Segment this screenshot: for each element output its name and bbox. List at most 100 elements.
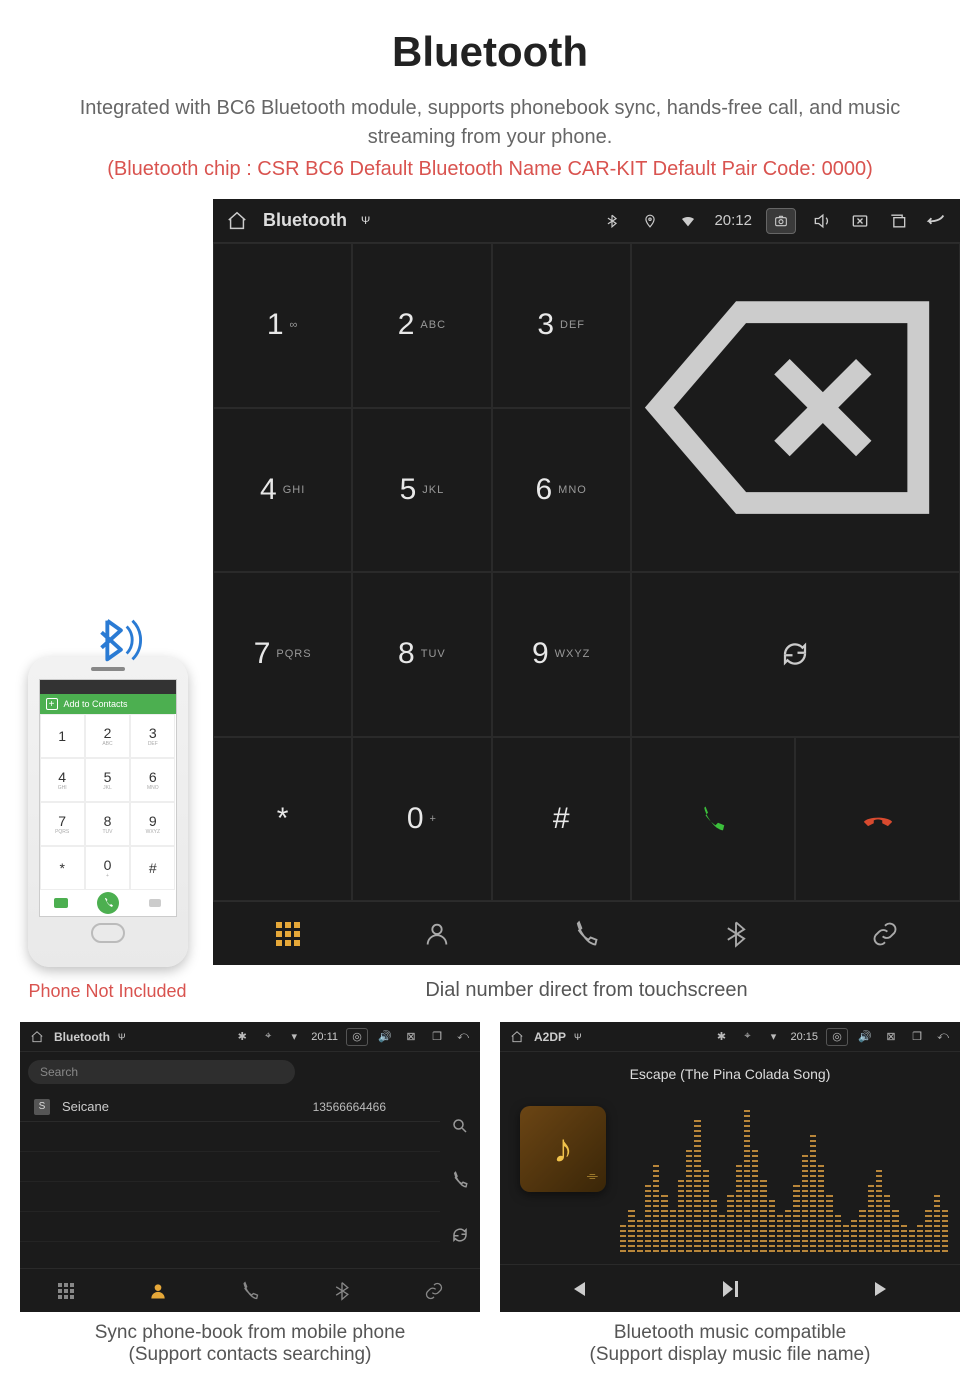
phone-add-contacts: + Add to Contacts bbox=[40, 694, 176, 714]
home-icon[interactable] bbox=[225, 209, 249, 233]
dialer-key-9[interactable]: 9WXYZ bbox=[492, 572, 631, 737]
tab-bluetooth[interactable] bbox=[661, 902, 810, 965]
status-time: 20:12 bbox=[714, 212, 752, 229]
recent-apps-icon[interactable]: ❐ bbox=[908, 1028, 926, 1046]
location-icon: ⌖ bbox=[259, 1028, 277, 1046]
bluetooth-specs: (Bluetooth chip : CSR BC6 Default Blueto… bbox=[20, 158, 960, 181]
dialer-key-1[interactable]: 1∞ bbox=[213, 243, 352, 408]
keypad-icon bbox=[276, 922, 300, 946]
wifi-icon: ▾ bbox=[764, 1028, 782, 1046]
dialer-key-7[interactable]: 7PQRS bbox=[213, 572, 352, 737]
contact-name: Seicane bbox=[62, 1099, 109, 1114]
redial-button[interactable] bbox=[631, 572, 960, 737]
tab-pair[interactable] bbox=[388, 1269, 480, 1312]
album-art: ♪ ⌯ bbox=[520, 1106, 606, 1192]
contacts-caption: Sync phone-book from mobile phone (Suppo… bbox=[20, 1322, 480, 1366]
hangup-button[interactable] bbox=[795, 737, 960, 902]
back-icon[interactable]: ⤺ bbox=[934, 1028, 952, 1046]
dialer-key-6[interactable]: 6MNO bbox=[492, 408, 631, 573]
dialer-key-5[interactable]: 5JKL bbox=[352, 408, 491, 573]
tab-pair[interactable] bbox=[811, 902, 960, 965]
equalizer-visual bbox=[620, 1102, 948, 1252]
play-pause-button[interactable] bbox=[653, 1265, 806, 1312]
contact-initial-badge: S bbox=[34, 1099, 50, 1115]
bluetooth-status-icon bbox=[600, 209, 624, 233]
music-note-icon: ♪ bbox=[553, 1127, 573, 1172]
dialer-key-4[interactable]: 4GHI bbox=[213, 408, 352, 573]
usb-icon: Ψ bbox=[361, 215, 370, 227]
wifi-icon: ▾ bbox=[285, 1028, 303, 1046]
usb-icon: Ψ bbox=[574, 1032, 582, 1042]
link-icon bbox=[871, 920, 899, 948]
status-title: A2DP bbox=[534, 1030, 566, 1044]
contact-side-actions bbox=[440, 1092, 480, 1268]
phone-column: + Add to Contacts 12ABC3DEF4GHI5JKL6MNO7… bbox=[20, 657, 195, 1002]
back-icon[interactable]: ⤺ bbox=[454, 1028, 472, 1046]
dialer-key-*[interactable]: * bbox=[213, 737, 352, 902]
tab-contacts[interactable] bbox=[362, 902, 511, 965]
music-panel: A2DP Ψ ✱ ⌖ ▾ 20:15 ◎ 🔊 ⊠ ❐ ⤺ Escape (The… bbox=[500, 1022, 960, 1312]
call-icon[interactable] bbox=[451, 1171, 469, 1189]
tab-bluetooth[interactable] bbox=[296, 1269, 388, 1312]
bluetooth-icon bbox=[722, 920, 750, 948]
phone-mockup: + Add to Contacts 12ABC3DEF4GHI5JKL6MNO7… bbox=[28, 657, 188, 967]
dialer-key-0[interactable]: 0+ bbox=[352, 737, 491, 902]
prev-track-button[interactable] bbox=[500, 1265, 653, 1312]
location-icon bbox=[638, 209, 662, 233]
dialer-status-bar: Bluetooth Ψ 20:12 bbox=[213, 199, 960, 243]
bluetooth-icon: ⌯ bbox=[587, 1167, 598, 1184]
volume-icon[interactable]: 🔊 bbox=[376, 1028, 394, 1046]
contacts-panel: Bluetooth Ψ ✱ ⌖ ▾ 20:11 ◎ 🔊 ⊠ ❐ ⤺ Search… bbox=[20, 1022, 480, 1312]
dialer-key-2[interactable]: 2ABC bbox=[352, 243, 491, 408]
head-unit-dialer: Bluetooth Ψ 20:12 bbox=[213, 199, 960, 965]
page-subtitle: Integrated with BC6 Bluetooth module, su… bbox=[40, 94, 940, 152]
song-title: Escape (The Pina Colada Song) bbox=[630, 1066, 831, 1082]
sync-icon[interactable] bbox=[451, 1226, 469, 1244]
tab-recent[interactable] bbox=[512, 902, 661, 965]
close-app-icon[interactable]: ⊠ bbox=[402, 1028, 420, 1046]
status-time: 20:11 bbox=[311, 1031, 338, 1043]
next-track-button[interactable] bbox=[807, 1265, 960, 1312]
dialer-key-3[interactable]: 3DEF bbox=[492, 243, 631, 408]
dialer-key-#[interactable]: # bbox=[492, 737, 631, 902]
close-app-icon[interactable] bbox=[848, 209, 872, 233]
wifi-icon bbox=[676, 209, 700, 233]
phone-call-icon bbox=[698, 804, 728, 834]
phone-caption: Phone Not Included bbox=[28, 981, 186, 1002]
status-time: 20:15 bbox=[790, 1031, 818, 1043]
tab-recent[interactable] bbox=[204, 1269, 296, 1312]
page-title: Bluetooth bbox=[0, 28, 980, 76]
screenshot-icon[interactable]: ◎ bbox=[826, 1028, 848, 1046]
recent-apps-icon[interactable] bbox=[886, 209, 910, 233]
tab-keypad[interactable] bbox=[20, 1269, 112, 1312]
close-app-icon[interactable]: ⊠ bbox=[882, 1028, 900, 1046]
bluetooth-signal-icon bbox=[88, 611, 146, 669]
search-icon[interactable] bbox=[451, 1117, 469, 1135]
screenshot-icon[interactable] bbox=[766, 208, 796, 234]
recent-apps-icon[interactable]: ❐ bbox=[428, 1028, 446, 1046]
screenshot-icon[interactable]: ◎ bbox=[346, 1028, 368, 1046]
backspace-button[interactable] bbox=[631, 243, 960, 572]
bluetooth-status-icon: ✱ bbox=[712, 1028, 730, 1046]
refresh-icon bbox=[780, 639, 810, 669]
home-icon[interactable] bbox=[28, 1028, 46, 1046]
dialer-tabs bbox=[213, 901, 960, 965]
call-button[interactable] bbox=[631, 737, 796, 902]
backspace-icon bbox=[632, 244, 959, 571]
phone-hangup-icon bbox=[861, 802, 895, 836]
contacts-search-input[interactable]: Search bbox=[28, 1060, 295, 1084]
status-title: Bluetooth bbox=[263, 210, 347, 231]
status-title: Bluetooth bbox=[54, 1030, 110, 1044]
tab-keypad[interactable] bbox=[213, 902, 362, 965]
music-status-bar: A2DP Ψ ✱ ⌖ ▾ 20:15 ◎ 🔊 ⊠ ❐ ⤺ bbox=[500, 1022, 960, 1052]
volume-icon[interactable]: 🔊 bbox=[856, 1028, 874, 1046]
contact-row[interactable]: S Seicane 13566664466 bbox=[20, 1092, 440, 1122]
dialer-key-8[interactable]: 8TUV bbox=[352, 572, 491, 737]
person-icon bbox=[423, 920, 451, 948]
phone-icon bbox=[572, 920, 600, 948]
volume-icon[interactable] bbox=[810, 209, 834, 233]
home-icon[interactable] bbox=[508, 1028, 526, 1046]
back-icon[interactable] bbox=[924, 209, 948, 233]
tab-contacts[interactable] bbox=[112, 1269, 204, 1312]
contacts-status-bar: Bluetooth Ψ ✱ ⌖ ▾ 20:11 ◎ 🔊 ⊠ ❐ ⤺ bbox=[20, 1022, 480, 1052]
